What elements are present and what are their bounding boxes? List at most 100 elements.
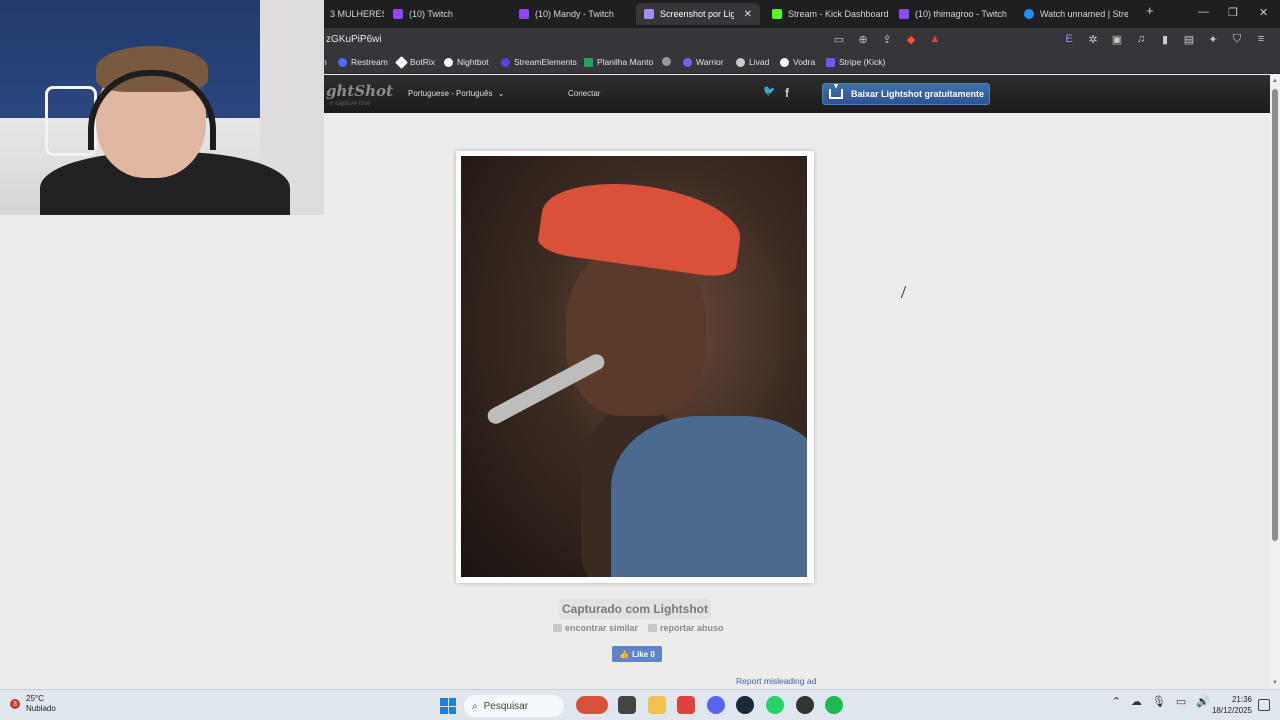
tab-lightshot[interactable]: Screenshot por Lightsh ✕ (636, 3, 760, 25)
twitter-icon[interactable]: 🐦 (763, 86, 775, 97)
camera-icon (553, 624, 562, 632)
taskbar-search[interactable]: ⌕ Pesquisar (464, 695, 564, 717)
bookmark-warrior[interactable]: Warrior (683, 57, 724, 67)
bookmark-label: StreamElements (514, 57, 577, 67)
new-tab-button[interactable]: + (1146, 3, 1154, 18)
extensions-icon[interactable]: ✲ (1086, 33, 1100, 46)
windows-taskbar: 3 25°C Nublado ⌕ Pesquisar ⌃ ☁ 🎙 ▭ 🔊 21:… (0, 689, 1280, 720)
discord-icon[interactable] (707, 696, 725, 714)
login-link[interactable]: Conectar (568, 89, 600, 98)
brave-rewards-icon[interactable]: ▲ (928, 33, 942, 46)
bookmark-label: Warrior (696, 57, 724, 67)
warrior-icon (683, 57, 692, 67)
bookmark-label: Livad (749, 57, 770, 67)
scroll-down-icon[interactable]: ▼ (1272, 680, 1278, 686)
maximize-button[interactable]: ❐ (1228, 6, 1238, 19)
globe-icon (662, 57, 671, 66)
bookmark-livad[interactable]: Livad (736, 57, 769, 67)
chevron-down-icon: ⌄ (497, 89, 505, 98)
tab-kick-dashboard[interactable]: Stream - Kick Dashboard (764, 3, 888, 25)
facebook-like-button[interactable]: 👍 Like 0 (612, 646, 662, 662)
bookmark-restream[interactable]: Restream (338, 57, 388, 67)
screenshot-icon[interactable]: ▣ (1110, 33, 1124, 46)
bookmark-globe[interactable] (662, 57, 671, 66)
image-actions: encontrar similar reportar abuso (553, 623, 724, 633)
notifications-icon[interactable] (1258, 699, 1270, 711)
bookmark-planilha-manto[interactable]: Planilha Manto (584, 57, 653, 67)
obs-icon[interactable] (796, 696, 814, 714)
minimize-button[interactable]: — (1198, 6, 1209, 18)
facebook-icon[interactable]: f (785, 86, 789, 100)
chevron-up-icon[interactable]: ⌃ (1112, 695, 1121, 708)
report-abuse-label: reportar abuso (660, 623, 724, 633)
report-misleading-ad-link[interactable]: Report misleading ad (736, 676, 816, 686)
report-abuse-link[interactable]: reportar abuso (648, 623, 724, 633)
tab-label: 3 MULHERES (330, 9, 384, 19)
lightshot-logo[interactable]: ghtShot (326, 82, 393, 100)
wallet-icon[interactable]: ▤ (1182, 33, 1196, 46)
screenshot-image[interactable] (461, 156, 807, 577)
page-scrollbar[interactable]: ▲ ▼ (1270, 75, 1280, 689)
sidebar-icon[interactable]: ▮ (1158, 33, 1172, 46)
bookmark-botrix[interactable]: BotRix (395, 55, 435, 69)
like-label: Like 0 (632, 649, 655, 659)
volume-icon[interactable]: 🔊 (1196, 695, 1210, 708)
bookmark-stripe-kick[interactable]: Stripe (Kick) (826, 57, 885, 67)
twitch-icon (899, 9, 909, 19)
screenshot-image-frame (456, 151, 814, 583)
game-app-icon[interactable] (576, 696, 608, 714)
scroll-up-icon[interactable]: ▲ (1272, 78, 1278, 84)
tab-3-mulheres[interactable]: 3 MULHERES (322, 3, 384, 25)
vpn-icon[interactable]: ⛉ (1230, 33, 1244, 46)
brave-shield-icon[interactable]: ◆ (904, 33, 918, 46)
system-clock[interactable]: 21:36 18/12/2025 (1212, 694, 1252, 716)
zoom-icon[interactable]: ⊕ (856, 33, 870, 46)
display-icon[interactable]: ▭ (1176, 695, 1186, 708)
steam-icon[interactable] (736, 696, 754, 714)
close-window-button[interactable]: ✕ (1259, 6, 1268, 19)
cast-icon[interactable]: ▭ (832, 33, 846, 46)
close-tab-icon[interactable]: ✕ (744, 9, 752, 20)
menu-icon[interactable]: ≡ (1254, 33, 1268, 46)
music-icon[interactable]: ♫ (1134, 33, 1148, 46)
find-similar-label: encontrar similar (565, 623, 639, 633)
tab-label: (10) Twitch (409, 9, 453, 19)
tab-watch-unnamed[interactable]: Watch unnamed | Streame (1016, 3, 1136, 25)
whatsapp-icon[interactable] (766, 696, 784, 714)
language-label: Portuguese - Português (408, 89, 493, 98)
temperature: 25°C (26, 694, 44, 703)
brave-browser-icon[interactable] (677, 696, 695, 714)
weather-widget[interactable]: 3 25°C Nublado (10, 694, 56, 714)
find-similar-link[interactable]: encontrar similar (553, 623, 638, 633)
bookmark-nightbot[interactable]: Nightbot (444, 57, 489, 67)
download-icon (829, 84, 843, 99)
kick-icon (772, 9, 782, 19)
share-icon[interactable]: ⇪ (880, 33, 894, 46)
tab-thimagroo-twitch[interactable]: (10) thimagroo - Twitch (891, 3, 1015, 25)
network-icon[interactable]: ☁ (1131, 695, 1142, 708)
scrollbar-thumb[interactable] (1272, 89, 1278, 541)
bookmark-vodra[interactable]: Vodra (780, 57, 815, 67)
tab-twitch[interactable]: (10) Twitch (385, 3, 505, 25)
spotify-icon[interactable] (825, 696, 843, 714)
microphone-icon[interactable]: 🎙 (1152, 695, 1166, 708)
terminal-icon[interactable] (618, 696, 636, 714)
bookmark-label: Nightbot (457, 57, 489, 67)
download-button-label: Baixar Lightshot gratuitamente (851, 89, 985, 99)
stripe-icon (826, 57, 835, 67)
language-selector[interactable]: Portuguese - Português ⌄ (408, 89, 504, 98)
extension-e-icon[interactable]: E (1062, 33, 1076, 46)
download-lightshot-button[interactable]: Baixar Lightshot gratuitamente (822, 83, 990, 105)
restream-icon (338, 57, 347, 67)
leo-ai-icon[interactable]: ✦ (1206, 33, 1220, 46)
file-explorer-icon[interactable] (648, 696, 666, 714)
search-placeholder: Pesquisar (483, 700, 529, 712)
streamer-icon (1024, 9, 1034, 19)
tab-mandy-twitch[interactable]: (10) Mandy - Twitch (511, 3, 631, 25)
nightbot-icon (444, 57, 453, 67)
vodra-icon (780, 57, 789, 67)
start-button[interactable] (440, 698, 456, 714)
url-field[interactable]: zGKuPiP6wi (326, 34, 382, 45)
search-icon: ⌕ (472, 700, 478, 712)
bookmark-streamelements[interactable]: StreamElements (501, 57, 577, 67)
